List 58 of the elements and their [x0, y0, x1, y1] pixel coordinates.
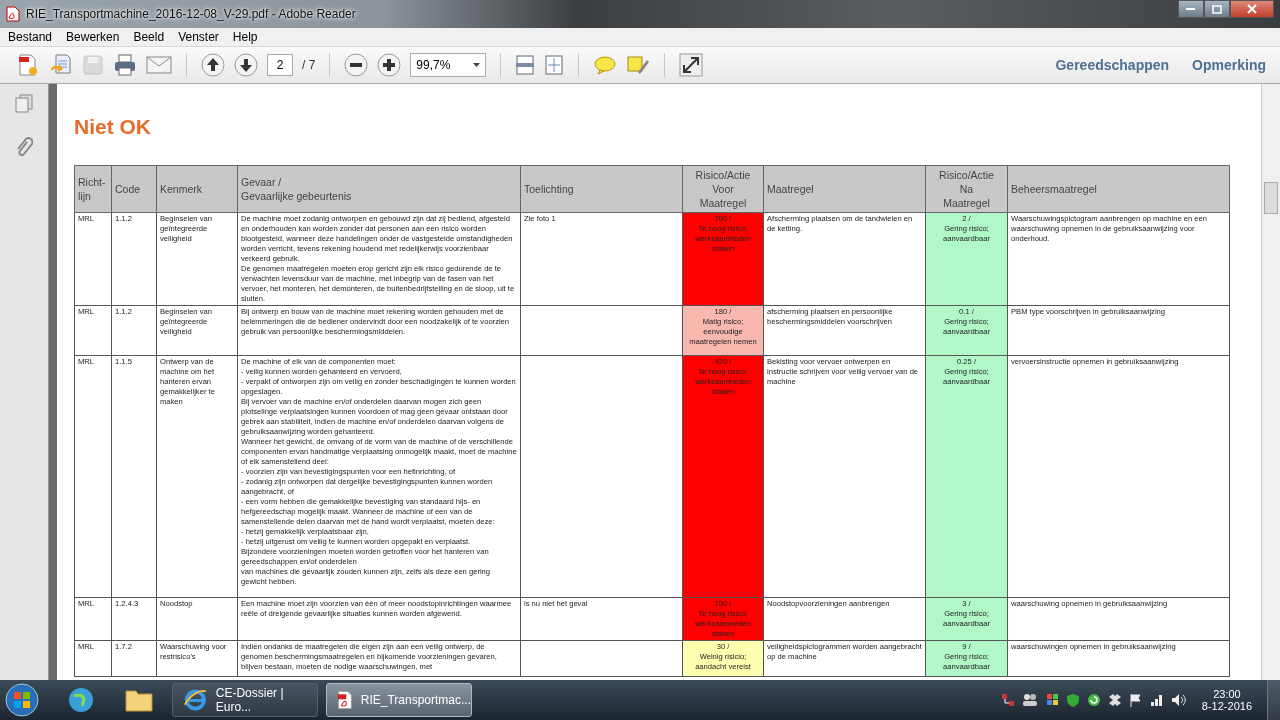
- column-header: Risico/Actie Na Maatregel: [925, 165, 1008, 213]
- globe-icon[interactable]: [66, 685, 96, 715]
- print-icon[interactable]: [113, 54, 137, 76]
- folder-icon[interactable]: [124, 687, 154, 713]
- clock-date: 8-12-2016: [1201, 700, 1252, 712]
- maximize-icon: [1212, 4, 1222, 14]
- close-button[interactable]: [1230, 0, 1274, 18]
- scrollbar[interactable]: [1261, 84, 1280, 680]
- page-down-icon[interactable]: [234, 53, 258, 77]
- highlight-pen-icon[interactable]: [626, 54, 651, 76]
- page-count: / 7: [302, 58, 316, 72]
- taskbar-button[interactable]: RIE_Transportmac...: [326, 683, 472, 717]
- column-header: Toelichting: [520, 165, 683, 213]
- refresh-icon[interactable]: [1086, 693, 1101, 707]
- show-desktop-button[interactable]: [1267, 680, 1280, 720]
- page-up-icon[interactable]: [201, 53, 225, 77]
- clock-time: 23:00: [1213, 688, 1241, 700]
- menu-item[interactable]: Bestand: [8, 30, 53, 44]
- column-header: Richt- lijn: [74, 165, 112, 213]
- start-button[interactable]: [4, 682, 40, 718]
- pdf-icon: [6, 6, 20, 22]
- panel-link[interactable]: Gereedschappen: [1055, 57, 1170, 73]
- menu-item[interactable]: Help: [232, 30, 258, 44]
- column-header: Gevaar / Gevaarlijke gebeurtenis: [237, 165, 521, 213]
- close-icon: [1247, 4, 1257, 14]
- browser-e-icon: [183, 687, 208, 713]
- menu-item[interactable]: Venster: [178, 30, 219, 44]
- column-header: Maatregel: [763, 165, 926, 213]
- minimize-icon: [1186, 7, 1196, 11]
- maximize-button[interactable]: [1204, 0, 1230, 18]
- paperclip-icon[interactable]: [15, 136, 33, 158]
- zoom-in-icon[interactable]: [377, 53, 402, 77]
- panel-link[interactable]: Opmerking: [1192, 57, 1266, 73]
- network-icon[interactable]: [1000, 693, 1015, 707]
- flag-icon[interactable]: [1044, 693, 1059, 707]
- menu-item[interactable]: Beeld: [133, 30, 165, 44]
- column-header: Kenmerk: [156, 165, 238, 213]
- shield-icon[interactable]: [1065, 693, 1080, 707]
- create-pdf-icon[interactable]: [16, 53, 40, 77]
- zoom-dropdown[interactable]: 99,7%: [410, 53, 487, 77]
- fullscreen-icon[interactable]: [679, 53, 704, 77]
- column-header: Risico/Actie Voor Maatregel: [682, 165, 764, 213]
- caret-icon: [473, 63, 481, 67]
- mail-icon[interactable]: [146, 55, 172, 75]
- column-header: Beheersmaatregel: [1007, 165, 1230, 213]
- speaker-icon[interactable]: [1170, 693, 1187, 707]
- action-flag-icon[interactable]: [1128, 693, 1143, 707]
- signal-icon[interactable]: [1149, 693, 1164, 707]
- fit-width-icon[interactable]: [515, 54, 536, 76]
- window-title: RIE_Transportmachine_2016-12-08_V-29.pdf - Adobe Reader: [26, 7, 356, 21]
- column-header: Code: [111, 165, 157, 213]
- menu-item[interactable]: Bewerken: [66, 30, 120, 44]
- people-icon[interactable]: [1021, 693, 1038, 707]
- zoom-out-icon[interactable]: [344, 53, 369, 77]
- section-heading: Niet OK: [74, 114, 152, 140]
- minimize-button[interactable]: [1178, 0, 1204, 18]
- taskbar-button[interactable]: CE-Dossier | Euro...: [172, 683, 318, 717]
- page-number-field[interactable]: 2: [267, 54, 293, 76]
